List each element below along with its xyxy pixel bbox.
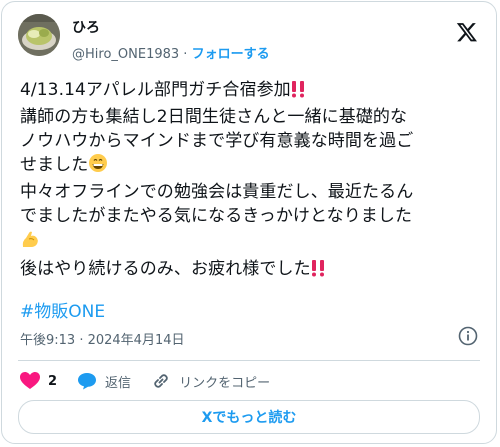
double-exclamation-icon	[311, 259, 325, 284]
tweet-line-1: 4/13.14アパレル部門ガチ合宿参加	[20, 80, 291, 100]
author-name[interactable]: ひろ	[72, 17, 100, 37]
x-logo-icon[interactable]	[456, 21, 478, 43]
grinning-face-icon	[88, 153, 108, 180]
author-handle[interactable]: @Hiro_ONE1983	[72, 47, 179, 62]
tweet-line-2: 講師の方も集結し2日間生徒さんと一緒に基礎的な ノウハウからマインドまで学び有意…	[20, 107, 414, 175]
hashtag-link[interactable]: #物販ONE	[20, 297, 105, 322]
separator-dot: ·	[179, 47, 192, 62]
like-button[interactable]: 2	[20, 372, 57, 390]
tweet-line-4: 後はやり続けるのみ、お疲れ様でした	[20, 259, 311, 279]
tweet-line-3: 中々オフラインでの勉強会は貴重だし、最近たるん でましたがまたやる気になるきっか…	[20, 182, 414, 226]
reply-bubble-icon	[78, 373, 97, 390]
copy-link-button[interactable]: リンクをコピー	[151, 371, 270, 391]
like-count: 2	[48, 373, 58, 389]
author-handle-row: @Hiro_ONE1983 · フォローする	[72, 43, 270, 62]
tweet-card: ひろ @Hiro_ONE1983 · フォローする 4/13.14アパレル部門ガ…	[1, 1, 497, 444]
divider	[18, 360, 480, 361]
action-bar: 2 返信 リンクをコピー	[20, 369, 290, 393]
timestamp[interactable]: 午後9:13 · 2024年4月14日	[20, 329, 185, 348]
copy-link-label: リンクをコピー	[179, 375, 271, 391]
reply-button[interactable]: 返信	[77, 372, 131, 391]
read-more-button[interactable]: Xでもっと読む	[18, 400, 480, 434]
flexed-biceps-icon	[20, 228, 42, 257]
info-icon[interactable]	[458, 326, 478, 346]
double-exclamation-icon	[291, 80, 305, 105]
reply-label: 返信	[105, 375, 132, 391]
tweet-text: 4/13.14アパレル部門ガチ合宿参加 講師の方も集結し2日間生徒さんと一緒に基…	[20, 78, 486, 284]
avatar[interactable]	[18, 14, 60, 56]
link-icon	[154, 374, 168, 388]
heart-icon	[20, 372, 40, 389]
follow-button[interactable]: フォローする	[192, 47, 270, 62]
